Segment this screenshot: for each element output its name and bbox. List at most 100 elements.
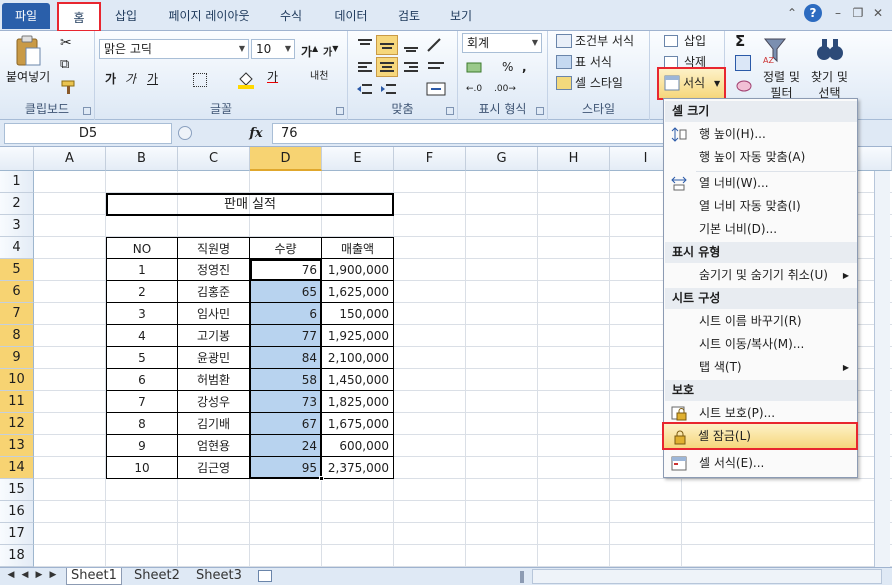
number-launcher-icon[interactable]	[536, 107, 544, 115]
help-icon[interactable]: ?	[804, 4, 822, 22]
border-icon[interactable]	[193, 73, 207, 87]
table-cell[interactable]: 김기배	[178, 413, 250, 435]
row-header-4[interactable]: 4	[0, 237, 34, 259]
table-cell[interactable]: 9	[106, 435, 178, 457]
conditional-format-icon[interactable]	[556, 34, 572, 48]
tab-view[interactable]: 보기	[444, 6, 478, 28]
table-cell[interactable]: 김근영	[178, 457, 250, 479]
table-cell[interactable]: 76	[250, 259, 322, 281]
table-cell[interactable]: 67	[250, 413, 322, 435]
tab-data[interactable]: 데이터	[328, 6, 374, 28]
font-size-select[interactable]: 10 ▼	[251, 39, 295, 59]
menu-item-row-autofit[interactable]: 행 높이 자동 맞춤(A)	[665, 147, 857, 168]
table-cell[interactable]: 윤광민	[178, 347, 250, 369]
table-cell[interactable]: 600,000	[322, 435, 394, 457]
table-cell[interactable]: 1,825,000	[322, 391, 394, 413]
tab-insert[interactable]: 삽입	[110, 6, 142, 28]
table-cell[interactable]: 3	[106, 303, 178, 325]
tab-home[interactable]: 홈	[57, 2, 101, 32]
fill-icon[interactable]	[735, 55, 751, 71]
font-color-icon[interactable]: 가	[267, 69, 278, 85]
table-header-cell[interactable]: 매출액	[322, 237, 394, 259]
table-cell[interactable]: 5	[106, 347, 178, 369]
table-cell[interactable]: 95	[250, 457, 322, 479]
table-cell[interactable]: 73	[250, 391, 322, 413]
paste-button-label[interactable]: 붙여넣기	[6, 69, 50, 85]
table-cell[interactable]: 2	[106, 281, 178, 303]
formula-input[interactable]: 76	[272, 123, 670, 144]
row-header-10[interactable]: 10	[0, 369, 34, 391]
align-bottom-icon[interactable]	[402, 37, 420, 53]
table-cell[interactable]: 6	[250, 303, 322, 325]
number-format-select[interactable]: 회계 ▼	[462, 33, 542, 53]
copy-icon[interactable]: ⧉	[60, 57, 80, 73]
menu-item-default-width[interactable]: 기본 너비(D)...	[665, 219, 857, 240]
row-header-17[interactable]: 17	[0, 523, 34, 545]
table-header-cell[interactable]: NO	[106, 237, 178, 259]
shrink-font-icon[interactable]: 가▼	[323, 41, 338, 61]
column-header-B[interactable]: B	[106, 147, 178, 171]
table-cell[interactable]: 1,900,000	[322, 259, 394, 281]
sort-filter-icon[interactable]: AZ	[761, 35, 789, 65]
cut-icon[interactable]: ✂	[60, 35, 76, 51]
row-header-14[interactable]: 14	[0, 457, 34, 479]
table-format-icon[interactable]	[556, 55, 572, 69]
fill-handle[interactable]	[319, 476, 324, 481]
row-header-18[interactable]: 18	[0, 545, 34, 567]
column-header-A[interactable]: A	[34, 147, 106, 171]
menu-item-column-autofit[interactable]: 열 너비 자동 맞춤(I)	[665, 196, 857, 217]
row-header-2[interactable]: 2	[0, 193, 34, 215]
table-cell[interactable]: 4	[106, 325, 178, 347]
table-cell[interactable]: 강성우	[178, 391, 250, 413]
ribbon-minimize-icon[interactable]: ⌃	[784, 5, 800, 21]
merge-center-icon[interactable]	[426, 81, 448, 97]
align-top-icon[interactable]	[356, 37, 374, 53]
table-cell[interactable]: 150,000	[322, 303, 394, 325]
align-center-icon[interactable]	[376, 57, 398, 77]
table-header-cell[interactable]: 수량	[250, 237, 322, 259]
format-cells-button[interactable]: 서식 ▼	[657, 67, 726, 100]
menu-item-tab-color[interactable]: 탭 색(T) ▶	[665, 357, 857, 378]
cell-styles-icon[interactable]	[556, 76, 572, 90]
column-header-G[interactable]: G	[466, 147, 538, 171]
format-painter-icon[interactable]	[60, 79, 78, 95]
tab-review[interactable]: 검토	[392, 6, 426, 28]
column-header-D[interactable]: D	[250, 147, 322, 171]
clipboard-launcher-icon[interactable]	[83, 107, 91, 115]
table-cell[interactable]: 고기봉	[178, 325, 250, 347]
prev-sheet-icon[interactable]: ◀	[20, 570, 30, 580]
table-cell[interactable]: 1	[106, 259, 178, 281]
cell-styles-button[interactable]: 셀 스타일	[575, 75, 623, 91]
table-cell[interactable]: 2,375,000	[322, 457, 394, 479]
column-header-E[interactable]: E	[322, 147, 394, 171]
table-cell[interactable]: 84	[250, 347, 322, 369]
underline-button[interactable]: 가	[147, 71, 158, 87]
row-header-13[interactable]: 13	[0, 435, 34, 457]
row-header-16[interactable]: 16	[0, 501, 34, 523]
currency-icon[interactable]	[466, 59, 486, 75]
find-select-icon[interactable]	[815, 35, 845, 65]
column-header-F[interactable]: F	[394, 147, 466, 171]
first-sheet-icon[interactable]: ◀	[6, 570, 16, 580]
table-cell[interactable]: 10	[106, 457, 178, 479]
row-header-8[interactable]: 8	[0, 325, 34, 347]
table-cell[interactable]: 77	[250, 325, 322, 347]
menu-item-protect-sheet[interactable]: 시트 보호(P)...	[665, 403, 857, 424]
sort-filter-label[interactable]: 정렬 및 필터	[763, 69, 800, 101]
align-right-icon[interactable]	[402, 59, 420, 75]
font-name-select[interactable]: 맑은 고딕 ▼	[99, 39, 249, 59]
row-header-5[interactable]: 5	[0, 259, 34, 281]
menu-item-hide-unhide[interactable]: 숨기기 및 숨기기 취소(U) ▶	[665, 265, 857, 286]
insert-cells-icon[interactable]	[664, 35, 678, 47]
table-cell[interactable]: 1,625,000	[322, 281, 394, 303]
table-cell[interactable]: 엄현용	[178, 435, 250, 457]
table-cell[interactable]: 8	[106, 413, 178, 435]
horizontal-scrollbar[interactable]	[532, 569, 882, 584]
select-all-corner[interactable]	[0, 147, 34, 171]
title-cell[interactable]: 판매 실적	[106, 193, 394, 216]
last-sheet-icon[interactable]: ▶	[48, 570, 58, 580]
increase-decimal-icon[interactable]: ←.0	[466, 81, 482, 97]
wrap-text-icon[interactable]	[426, 59, 448, 75]
table-cell[interactable]: 7	[106, 391, 178, 413]
tab-formulas[interactable]: 수식	[274, 6, 308, 28]
